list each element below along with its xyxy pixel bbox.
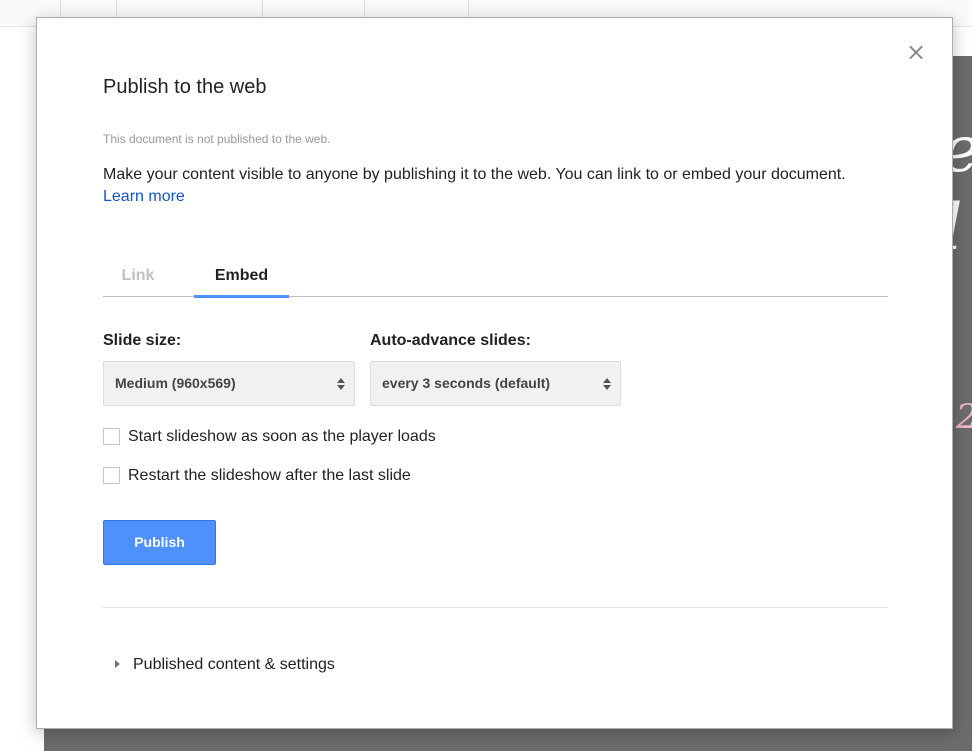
section-divider: [103, 607, 888, 608]
background-slide-glyph: 2: [956, 400, 972, 434]
published-settings-toggle[interactable]: Published content & settings: [115, 654, 335, 676]
slide-size-select[interactable]: Medium (960x569): [103, 361, 355, 406]
tab-link[interactable]: Link: [117, 261, 159, 296]
select-arrows-icon: [336, 362, 346, 405]
learn-more-link[interactable]: Learn more: [103, 188, 185, 205]
publish-dialog: × Publish to the web This document is no…: [36, 17, 953, 729]
publish-button[interactable]: Publish: [103, 520, 216, 565]
restart-label: Restart the slideshow after the last sli…: [128, 467, 411, 484]
auto-advance-select[interactable]: every 3 seconds (default): [370, 361, 621, 406]
publish-status-text: This document is not published to the we…: [103, 132, 331, 146]
dialog-description: Make your content visible to anyone by p…: [103, 164, 883, 208]
auto-advance-label: Auto-advance slides:: [370, 332, 531, 349]
start-on-load-label: Start slideshow as soon as the player lo…: [128, 428, 436, 445]
select-arrows-icon: [602, 362, 612, 405]
dialog-title: Publish to the web: [103, 76, 267, 98]
app-stage: e l 2 × Publish to the web This document…: [0, 0, 972, 751]
expand-triangle-icon: [115, 659, 120, 668]
slide-size-label: Slide size:: [103, 332, 182, 349]
slide-size-value: Medium (960x569): [115, 375, 236, 391]
tab-embed-label: Embed: [214, 267, 269, 284]
publish-tabs: Link Embed: [103, 261, 888, 298]
active-tab-underline: [194, 295, 289, 298]
restart-checkbox[interactable]: [103, 467, 120, 484]
tab-embed[interactable]: Embed: [194, 261, 289, 298]
start-on-load-checkbox[interactable]: [103, 428, 120, 445]
auto-advance-value: every 3 seconds (default): [382, 375, 551, 391]
close-icon[interactable]: ×: [906, 40, 926, 64]
description-text: Make your content visible to anyone by p…: [103, 166, 846, 183]
published-settings-label: Published content & settings: [133, 656, 335, 673]
